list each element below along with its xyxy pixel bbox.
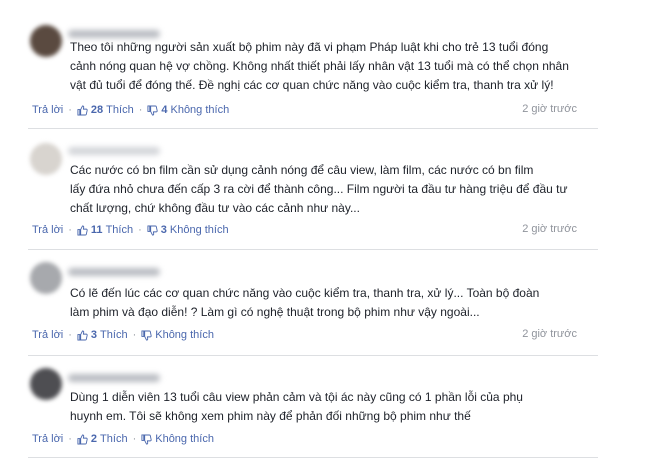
like-button[interactable]: 2 Thích [77, 432, 128, 446]
comment-line: vật đủ tuổi để đóng thế. Đề nghị các cơ … [70, 78, 554, 92]
divider [28, 457, 598, 458]
like-button[interactable]: 28 Thích [77, 103, 134, 117]
comment-text: Các nước có bn film cần sử dụng cảnh nón… [70, 161, 590, 218]
comment-text: Có lẽ đến lúc các cơ quan chức năng vào … [70, 284, 590, 322]
thumbs-down-icon [141, 329, 152, 341]
dislike-count: 4 [161, 104, 168, 116]
dislike-count: 3 [160, 224, 167, 236]
comment-line: cảnh nóng quan hệ vợ chồng. Không nhất t… [70, 59, 569, 73]
like-label: Thích [105, 224, 134, 236]
timestamp[interactable]: 2 giờ trước [522, 103, 577, 115]
divider [28, 249, 598, 250]
dislike-button[interactable]: Không thích [141, 432, 214, 446]
timestamp[interactable]: 2 giờ trước [522, 328, 577, 340]
like-button[interactable]: 3 Thích [77, 328, 128, 342]
like-count: 28 [90, 104, 104, 116]
like-label: Thích [100, 329, 128, 341]
comment-line: Có lẽ đến lúc các cơ quan chức năng vào … [70, 286, 540, 300]
comment-line: chất lượng, chứ không đầu tư vào các cản… [70, 201, 360, 215]
author-name-blurred[interactable] [68, 374, 160, 382]
like-count: 11 [90, 224, 103, 236]
comment-actions: Trả lời · 3 Thích · Không thích [32, 328, 214, 342]
like-count: 3 [90, 329, 98, 341]
comment-line: Các nước có bn film cần sử dụng cảnh nón… [70, 163, 534, 177]
divider [28, 128, 598, 129]
separator-dot: · [68, 433, 72, 445]
separator-dot: · [68, 104, 72, 116]
separator-dot: · [138, 104, 143, 116]
reply-link[interactable]: Trả lời [32, 328, 63, 342]
author-name-blurred[interactable] [68, 30, 160, 38]
separator-dot: · [68, 224, 72, 236]
author-name-blurred[interactable] [68, 147, 160, 155]
comment-actions: Trả lời · 2 Thích · Không thích [32, 432, 214, 446]
like-label: Thích [100, 433, 128, 445]
comment-actions: Trả lời · 11 Thích · 3 Không thích [32, 223, 229, 237]
avatar[interactable] [30, 262, 62, 294]
dislike-label: Không thích [155, 329, 214, 341]
comment-line: Theo tôi những người sản xuất bộ phim nà… [70, 40, 549, 54]
comment-line: Dùng 1 diễn viên 13 tuổi câu view phản c… [70, 390, 523, 404]
avatar[interactable] [30, 368, 62, 400]
thumbs-down-icon [147, 104, 159, 116]
dislike-button[interactable]: Không thích [141, 328, 214, 342]
thumbs-down-icon [141, 433, 152, 445]
thumbs-up-icon [77, 104, 88, 116]
like-button[interactable]: 11 Thích [77, 223, 133, 237]
dislike-label: Không thích [169, 224, 229, 236]
dislike-button[interactable]: 4 Không thích [147, 103, 229, 117]
dislike-button[interactable]: 3 Không thích [147, 223, 229, 237]
dislike-label: Không thích [155, 433, 214, 445]
comment-line: huynh em. Tôi sẽ không xem phim này để p… [70, 409, 471, 423]
comment-line: lấy đứa nhỏ chưa đến cấp 3 ra cời để thà… [70, 182, 568, 196]
like-label: Thích [106, 104, 134, 116]
reply-link[interactable]: Trả lời [32, 432, 63, 446]
like-count: 2 [90, 433, 98, 445]
thumbs-up-icon [77, 433, 88, 445]
thumbs-up-icon [77, 224, 88, 236]
separator-dot: · [132, 433, 137, 445]
avatar[interactable] [30, 143, 62, 175]
reply-link[interactable]: Trả lời [32, 103, 63, 117]
comment-text: Theo tôi những người sản xuất bộ phim nà… [70, 38, 590, 95]
separator-dot: · [68, 329, 72, 341]
avatar[interactable] [30, 25, 62, 57]
separator-dot: · [132, 329, 137, 341]
dislike-label: Không thích [170, 104, 230, 116]
reply-link[interactable]: Trả lời [32, 223, 63, 237]
timestamp[interactable]: 2 giờ trước [522, 223, 577, 235]
comment-actions: Trả lời · 28 Thích · 4 Không thích [32, 103, 229, 117]
divider [28, 355, 598, 356]
thumbs-down-icon [147, 224, 158, 236]
thumbs-up-icon [77, 329, 88, 341]
comment-text: Dùng 1 diễn viên 13 tuổi câu view phản c… [70, 388, 590, 426]
comment-line: làm phim và đạo diễn! ? Làm gì có nghệ t… [70, 305, 480, 319]
separator-dot: · [138, 224, 142, 236]
author-name-blurred[interactable] [68, 268, 160, 276]
